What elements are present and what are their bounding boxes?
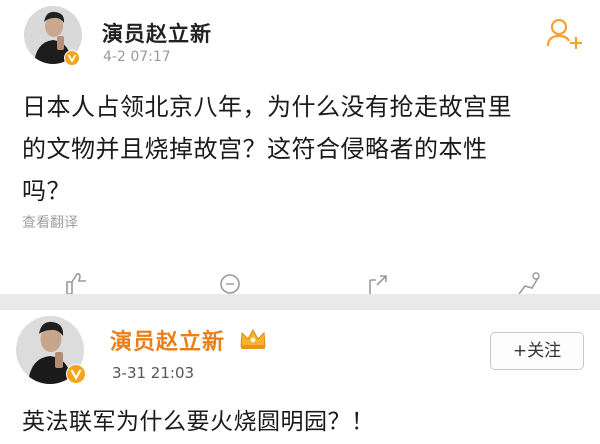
verified-badge-icon: [66, 364, 86, 384]
weibo-post-card: 演员赵立新 4-2 07:17 日本人占领北京八年，为什么没有抢走故宫里 的文物…: [0, 0, 600, 294]
post-line: 的文物并且烧掉故宫？这符合侵略者的本性: [22, 135, 488, 163]
share-icon[interactable]: [366, 272, 390, 294]
post-action-bar: [0, 268, 600, 294]
section-divider: [0, 294, 600, 310]
comment-icon[interactable]: [218, 272, 242, 294]
favorite-icon[interactable]: [516, 272, 542, 294]
post-body: 日本人占领北京八年，为什么没有抢走故宫里 的文物并且烧掉故宫？这符合侵略者的本性…: [22, 86, 582, 212]
author-name[interactable]: 演员赵立新: [110, 324, 225, 356]
post-body: 英法联军为什么要火烧圆明园？！: [22, 409, 375, 435]
author-name[interactable]: 演员赵立新: [102, 18, 212, 48]
post-line: 吗？: [22, 177, 71, 205]
view-translation-link[interactable]: 查看翻译: [22, 212, 78, 232]
weibo-post-card: 演员赵立新 3-31 21:03 +关注 英法联军为什么要火烧圆明园？！: [0, 310, 600, 444]
screenshot: 演员赵立新 4-2 07:17 日本人占领北京八年，为什么没有抢走故宫里 的文物…: [0, 0, 600, 444]
follow-button[interactable]: +关注: [490, 332, 584, 370]
post-timestamp: 4-2 07:17: [103, 49, 171, 65]
post-line: 日本人占领北京八年，为什么没有抢走故宫里: [22, 93, 512, 121]
post-timestamp: 3-31 21:03: [112, 364, 195, 382]
add-follow-icon[interactable]: [545, 16, 585, 50]
vip-crown-icon: [240, 328, 266, 349]
like-icon[interactable]: [64, 272, 90, 294]
verified-badge-icon: [64, 50, 80, 66]
